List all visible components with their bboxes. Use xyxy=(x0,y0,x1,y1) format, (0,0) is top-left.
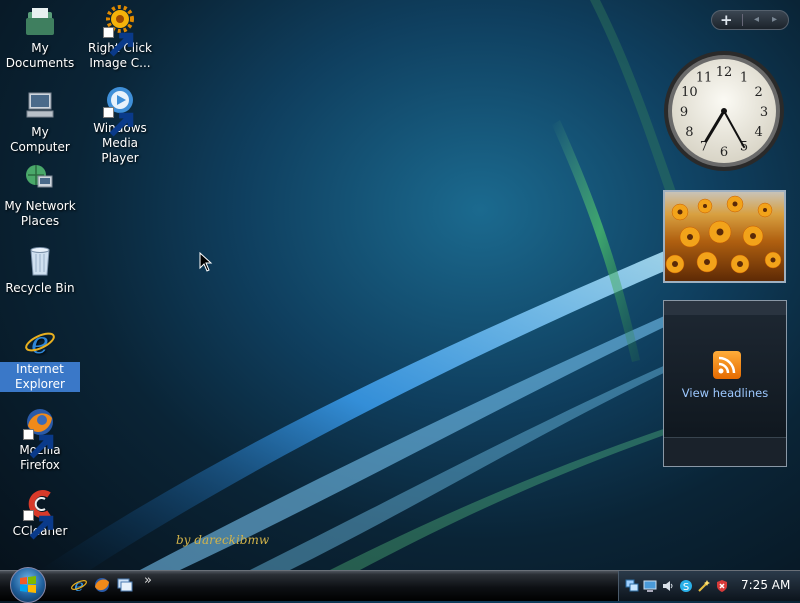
desktop-icon-right-click-image[interactable]: Right Click Image C... xyxy=(80,4,160,71)
desktop-icon-label: My Computer xyxy=(10,125,70,154)
quicklaunch-internet-explorer[interactable]: e xyxy=(70,576,88,595)
shortcut-arrow-icon xyxy=(103,27,134,57)
clock-numeral: 6 xyxy=(720,145,728,160)
clock-numeral: 12 xyxy=(716,65,733,80)
sidebar-controls: + ◂ ▸ xyxy=(711,10,789,30)
start-button[interactable] xyxy=(10,567,46,603)
feed-headlines-gadget[interactable]: View headlines xyxy=(663,300,787,467)
view-headlines-link[interactable]: View headlines xyxy=(664,386,786,400)
sun-gear-icon xyxy=(103,4,137,57)
next-page-button[interactable]: ▸ xyxy=(772,12,777,28)
switch-windows-icon xyxy=(117,578,133,592)
quicklaunch-firefox[interactable] xyxy=(93,576,111,594)
desktop-icon-windows-media-player[interactable]: Windows Media Player xyxy=(80,84,160,166)
desktop-icon-my-network-places[interactable]: My Network Places xyxy=(0,162,80,229)
notification-area: S 7:25 AM xyxy=(618,571,800,601)
shortcut-arrow-icon xyxy=(23,429,54,459)
rss-icon xyxy=(713,351,741,379)
slideshow-gadget[interactable] xyxy=(663,190,786,283)
quicklaunch-switch-windows[interactable] xyxy=(116,576,134,594)
svg-text:S: S xyxy=(683,582,689,593)
quicklaunch-more-button[interactable]: » xyxy=(144,573,152,588)
clock-gadget[interactable]: 121234567891011 xyxy=(662,49,786,173)
desktop-icon-mozilla-firefox[interactable]: Mozilla Firefox xyxy=(0,406,80,473)
windows-logo-icon xyxy=(20,576,36,593)
volume-tray-icon[interactable] xyxy=(661,578,675,592)
desktop-icon-internet-explorer[interactable]: e Internet Explorer xyxy=(0,325,80,392)
firefox-icon xyxy=(95,578,109,592)
internet-explorer-icon: e xyxy=(23,325,57,361)
shortcut-arrow-icon xyxy=(103,107,134,137)
clock-numeral: 3 xyxy=(760,105,768,120)
clock-numeral: 11 xyxy=(696,70,713,85)
clock-numeral: 10 xyxy=(681,85,698,100)
firefox-icon xyxy=(23,406,57,459)
shortcut-arrow-icon xyxy=(23,510,54,540)
flower-photo xyxy=(665,195,782,274)
mouse-cursor-icon xyxy=(199,252,213,272)
clock-numeral: 1 xyxy=(740,70,748,85)
media-player-icon xyxy=(103,84,137,137)
svg-text:e: e xyxy=(31,326,49,359)
desktop-icon-label: My Network Places xyxy=(4,199,76,228)
security-shield-icon[interactable] xyxy=(715,578,729,592)
display-tray-icon[interactable] xyxy=(643,578,657,592)
desktop-icon-my-computer[interactable]: My Computer xyxy=(0,88,80,155)
desktop-icon-label: Internet Explorer xyxy=(0,362,80,392)
desktop-icon-my-documents[interactable]: My Documents xyxy=(0,4,80,71)
desktop-icon-label: My Documents xyxy=(5,41,75,70)
recycle-bin-icon xyxy=(23,244,57,278)
gadget-header xyxy=(664,301,786,315)
desktop-icon-recycle-bin[interactable]: Recycle Bin xyxy=(0,244,80,296)
internet-explorer-icon: e xyxy=(71,576,87,595)
clock-numeral: 4 xyxy=(754,125,762,140)
folder-documents-icon xyxy=(23,4,57,38)
clock-numeral: 2 xyxy=(754,85,762,100)
desktop-icon-label: Recycle Bin xyxy=(5,281,75,295)
skype-tray-icon[interactable]: S xyxy=(679,578,693,593)
wand-tray-icon[interactable] xyxy=(697,578,711,592)
gadget-footer xyxy=(664,437,786,466)
taskbar: e » S 7:25 AM xyxy=(0,567,800,603)
wallpaper-signature: by dareckibmw xyxy=(176,533,270,547)
network-globe-icon xyxy=(23,162,57,196)
computer-icon xyxy=(23,88,57,122)
desktop-icon-ccleaner[interactable]: CCleaner xyxy=(0,487,80,540)
divider xyxy=(742,14,743,26)
previous-page-button[interactable]: ◂ xyxy=(754,12,759,28)
clock-numeral: 8 xyxy=(685,125,693,140)
clock-numeral: 9 xyxy=(680,105,688,120)
svg-text:e: e xyxy=(74,576,83,594)
ccleaner-icon xyxy=(23,487,57,540)
taskbar-clock[interactable]: 7:25 AM xyxy=(741,578,790,592)
network-tray-icon[interactable] xyxy=(625,578,639,592)
add-gadget-button[interactable]: + xyxy=(720,11,733,29)
